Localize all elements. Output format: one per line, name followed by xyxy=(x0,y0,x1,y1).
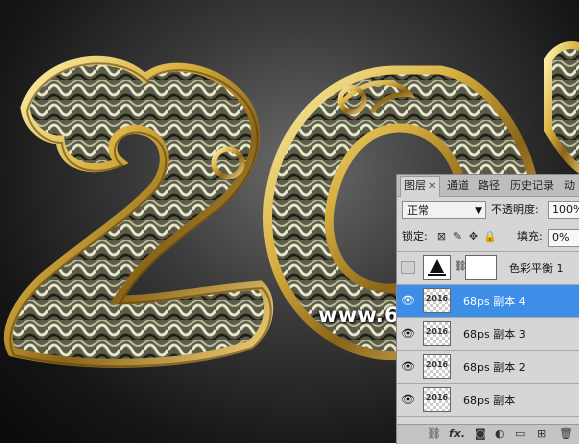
layer-thumbnail: 2016 xyxy=(423,321,451,346)
layer-thumbnail: 2016 xyxy=(423,288,451,313)
new-layer-icon[interactable]: ⊞ xyxy=(537,427,546,440)
layers-panel: 图层✕ 通道 路径 历史记录 动 正常 ▼ 不透明度: 100% 锁定: ⊠ ✎… xyxy=(396,174,579,444)
eye-icon[interactable]: 👁 xyxy=(401,327,415,340)
layer-name: 68ps 副本 2 xyxy=(463,361,526,374)
blend-row: 正常 ▼ 不透明度: 100% xyxy=(397,197,579,224)
dropdown-arrow-icon: ▼ xyxy=(475,206,482,216)
fill-field[interactable]: 0% xyxy=(548,229,579,247)
tab-layers[interactable]: 图层 ✕ xyxy=(400,176,441,197)
close-icon[interactable]: ✕ xyxy=(428,181,436,192)
eye-icon[interactable]: 👁 xyxy=(401,360,415,373)
layer-row[interactable]: 👁 2016 68ps 副本 2 xyxy=(397,351,579,384)
layer-row[interactable]: 👁 2016 68ps 副本 3 xyxy=(397,318,579,351)
layer-row[interactable]: 👁 2016 68ps 副本 4 xyxy=(397,285,579,318)
balance-icon xyxy=(428,259,446,276)
tab-history[interactable]: 历史记录 xyxy=(507,177,557,195)
trash-icon[interactable]: 🗑 xyxy=(559,427,573,440)
digit-1-partial-shape xyxy=(544,41,579,174)
opacity-field[interactable]: 100% xyxy=(548,201,579,219)
tab-actions[interactable]: 动 xyxy=(561,177,578,195)
folder-icon[interactable]: ▭ xyxy=(515,427,525,440)
digit-2-shape xyxy=(3,55,274,368)
fill-label: 填充: xyxy=(517,230,543,243)
eye-icon[interactable]: 👁 xyxy=(401,393,415,406)
blend-mode-select[interactable]: 正常 ▼ xyxy=(402,201,486,219)
opacity-label: 不透明度: xyxy=(491,203,539,216)
adjustment-icon[interactable]: ◐ xyxy=(495,427,505,440)
layer-thumbnail: 2016 xyxy=(423,354,451,379)
layer-row[interactable]: 👁 2016 68ps 副本 xyxy=(397,384,579,417)
lock-label: 锁定: xyxy=(402,230,428,243)
layer-row[interactable]: ⛓ 色彩平衡 1 xyxy=(397,252,579,285)
lock-all-icon[interactable]: 🔒 xyxy=(483,230,497,243)
panel-tabs: 图层 ✕ 通道 路径 历史记录 动 xyxy=(397,175,579,197)
mask-icon[interactable]: ◙ xyxy=(475,427,486,440)
adjustment-thumbnail xyxy=(423,255,451,280)
panel-bottom-bar: ⛓ fx. ◙ ◐ ▭ ⊞ 🗑 xyxy=(397,424,579,444)
layer-name: 68ps 副本 3 xyxy=(463,328,526,341)
lock-transparent-icon[interactable]: ⊠ xyxy=(435,230,448,243)
fx-icon[interactable]: fx. xyxy=(449,427,465,440)
lock-move-icon[interactable]: ✥ xyxy=(467,230,480,243)
layer-name: 68ps 副本 xyxy=(463,394,516,407)
lock-row: 锁定: ⊠ ✎ ✥ 🔒 填充: 0% xyxy=(397,225,579,252)
layer-thumbnail: 2016 xyxy=(423,387,451,412)
layer-name: 68ps 副本 4 xyxy=(463,295,526,308)
lock-brush-icon[interactable]: ✎ xyxy=(451,230,464,243)
link-icon[interactable]: ⛓ xyxy=(427,427,441,440)
tab-channels[interactable]: 通道 xyxy=(444,177,472,195)
eye-icon[interactable]: 👁 xyxy=(401,294,415,307)
layer-mask-thumbnail[interactable] xyxy=(465,255,497,280)
visibility-toggle-off[interactable] xyxy=(401,261,415,274)
layer-name: 色彩平衡 1 xyxy=(509,262,564,275)
tab-paths[interactable]: 路径 xyxy=(475,177,503,195)
